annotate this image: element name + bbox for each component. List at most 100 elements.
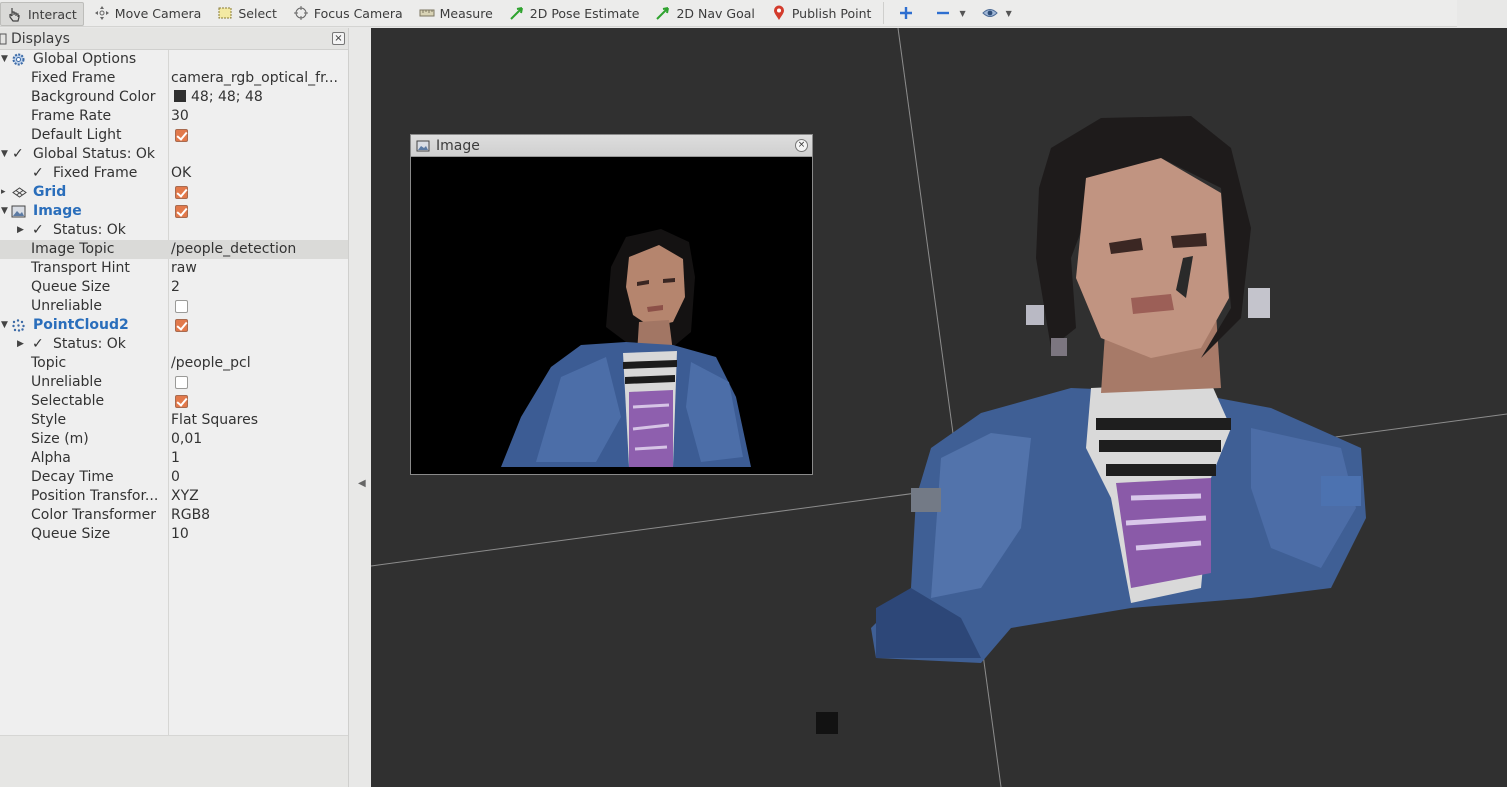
tree-row-image[interactable]: ▼ Image (0, 202, 348, 221)
tree-row-style[interactable]: Style Flat Squares (0, 411, 348, 430)
decay-time-value[interactable]: 0 (171, 469, 180, 485)
ok-check-icon: ✓ (12, 146, 24, 162)
displays-panel: Displays × ▼ Global Options Fixed Frame … (0, 28, 349, 787)
eye-icon (981, 9, 998, 17)
image-unreliable-checkbox[interactable] (175, 300, 188, 313)
grid-label: Grid (33, 184, 67, 200)
style-value[interactable]: Flat Squares (171, 412, 258, 428)
tree-row-fixed-frame-status[interactable]: ✓ Fixed Frame OK (0, 164, 348, 183)
tree-row-fixed-frame[interactable]: Fixed Frame camera_rgb_optical_fr... (0, 69, 348, 88)
publish-point-label: Publish Point (791, 5, 872, 21)
background-color-text: 48; 48; 48 (191, 89, 263, 105)
tree-row-color-transformer[interactable]: Color Transformer RGB8 (0, 506, 348, 525)
tree-row-grid[interactable]: ▸ Grid (0, 183, 348, 202)
tree-row-size[interactable]: Size (m) 0,01 (0, 430, 348, 449)
tree-row-frame-rate[interactable]: Frame Rate 30 (0, 107, 348, 126)
tree-row-image-status[interactable]: ▶ ✓ Status: Ok (0, 221, 348, 240)
default-light-checkbox[interactable] (175, 129, 188, 142)
tree-row-default-light[interactable]: Default Light (0, 126, 348, 145)
panel-grip-icon (0, 33, 7, 44)
pose-estimate-tool-button[interactable]: 2D Pose Estimate (503, 3, 646, 24)
interact-tool-button[interactable]: Interact (0, 2, 84, 26)
tree-row-pointcloud-status[interactable]: ▶ ✓ Status: Ok (0, 335, 348, 354)
move-camera-label: Move Camera (114, 5, 202, 21)
pc-unreliable-checkbox[interactable] (175, 376, 188, 389)
tree-row-selectable[interactable]: Selectable (0, 392, 348, 411)
expand-arrow-icon[interactable]: ▼ (1, 54, 8, 64)
tree-row-background-color[interactable]: Background Color 48; 48; 48 (0, 88, 348, 107)
measure-tool-button[interactable]: Measure (413, 3, 499, 24)
measure-label: Measure (439, 5, 493, 21)
image-icon (416, 140, 430, 151)
expand-arrow-icon[interactable]: ▶ (17, 339, 24, 349)
tree-row-alpha[interactable]: Alpha 1 (0, 449, 348, 468)
tree-row-global-status[interactable]: ▼ ✓ Global Status: Ok (0, 145, 348, 164)
close-icon[interactable]: × (332, 32, 345, 45)
frame-rate-label: Frame Rate (31, 108, 112, 124)
selectable-label: Selectable (31, 393, 105, 409)
tree-row-image-topic[interactable]: Image Topic /people_detection (0, 240, 348, 259)
size-value[interactable]: 0,01 (171, 431, 202, 447)
transport-hint-value[interactable]: raw (171, 260, 197, 276)
tree-row-global-options[interactable]: ▼ Global Options (0, 50, 348, 69)
tree-row-transport-hint[interactable]: Transport Hint raw (0, 259, 348, 278)
tree-row-pointcloud2[interactable]: ▼ PointCloud2 (0, 316, 348, 335)
position-transformer-value[interactable]: XYZ (171, 488, 199, 504)
collapse-panel-arrow-icon[interactable]: ◀ (358, 478, 366, 489)
pointcloud2-label: PointCloud2 (33, 317, 129, 333)
ok-check-icon: ✓ (32, 165, 44, 181)
expand-arrow-icon[interactable]: ▼ (1, 320, 8, 330)
image-topic-value[interactable]: /people_detection (171, 241, 296, 257)
background-color-value[interactable]: 48; 48; 48 (171, 89, 263, 105)
tree-row-position-transformer[interactable]: Position Transfor... XYZ (0, 487, 348, 506)
interact-label: Interact (28, 6, 77, 22)
gear-icon (12, 53, 25, 66)
size-label: Size (m) (31, 431, 89, 447)
person-pointcloud (816, 116, 1366, 734)
focus-camera-tool-button[interactable]: Focus Camera (287, 3, 409, 24)
select-tool-button[interactable]: Select (211, 3, 283, 24)
image-queue-size-value[interactable]: 2 (171, 279, 180, 295)
grid-checkbox[interactable] (175, 186, 188, 199)
image-unreliable-label: Unreliable (31, 298, 102, 314)
render-viewport[interactable]: Image × (371, 28, 1507, 787)
frame-rate-value[interactable]: 30 (171, 108, 189, 124)
remove-tool-button[interactable]: ▼ (929, 3, 971, 24)
nav-goal-tool-button[interactable]: 2D Nav Goal (649, 3, 760, 24)
tree-row-image-unreliable[interactable]: Unreliable (0, 297, 348, 316)
minus-icon (937, 11, 950, 15)
publish-point-tool-button[interactable]: Publish Point (765, 3, 878, 24)
pointcloud2-checkbox[interactable] (175, 319, 188, 332)
expand-arrow-icon[interactable]: ▼ (1, 206, 8, 216)
image-window-titlebar[interactable]: Image × (411, 135, 812, 157)
main-toolbar: Interact Move Camera Select Focus Camera… (0, 0, 1457, 27)
move-camera-tool-button[interactable]: Move Camera (88, 3, 208, 24)
alpha-value[interactable]: 1 (171, 450, 180, 466)
add-tool-button[interactable] (892, 3, 925, 24)
move-camera-icon (94, 6, 109, 20)
tree-row-image-queue-size[interactable]: Queue Size 2 (0, 278, 348, 297)
tree-row-pc-queue-size[interactable]: Queue Size 10 (0, 525, 348, 544)
tree-row-pc-unreliable[interactable]: Unreliable (0, 373, 348, 392)
fixed-frame-value[interactable]: camera_rgb_optical_fr... (171, 70, 338, 86)
color-transformer-value[interactable]: RGB8 (171, 507, 210, 523)
background-color-label: Background Color (31, 89, 156, 105)
map-pin-icon (773, 5, 784, 20)
close-icon[interactable]: × (795, 139, 808, 152)
camera-image (411, 157, 812, 474)
expand-arrow-icon[interactable]: ▸ (1, 187, 6, 197)
panel-bottom-area (0, 735, 348, 787)
selectable-checkbox[interactable] (175, 395, 188, 408)
expand-arrow-icon[interactable]: ▶ (17, 225, 24, 235)
tree-row-decay-time[interactable]: Decay Time 0 (0, 468, 348, 487)
color-swatch (174, 90, 186, 102)
fixed-frame-status-value: OK (171, 165, 192, 181)
tree-row-topic[interactable]: Topic /people_pcl (0, 354, 348, 373)
topic-value[interactable]: /people_pcl (171, 355, 251, 371)
view-options-button[interactable]: ▼ (976, 3, 1018, 24)
hand-pointer-icon (9, 8, 20, 22)
pc-queue-size-value[interactable]: 10 (171, 526, 189, 542)
image-checkbox[interactable] (175, 205, 188, 218)
expand-arrow-icon[interactable]: ▼ (1, 149, 8, 159)
image-window[interactable]: Image × (410, 134, 813, 475)
